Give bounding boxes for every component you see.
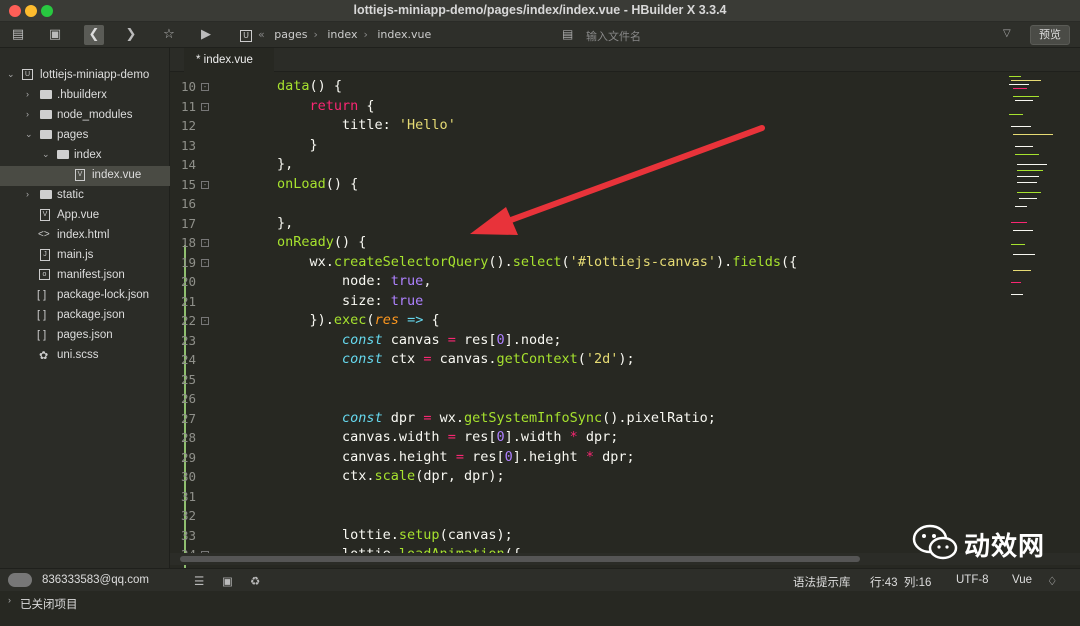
sync-icon[interactable]: ♻ — [250, 574, 260, 588]
avatar[interactable] — [8, 573, 32, 587]
language-mode[interactable]: Vue — [1012, 574, 1032, 586]
user-account[interactable]: 836333583@qq.com — [42, 574, 149, 586]
annotation-arrow — [470, 125, 765, 235]
watermark-text: 动效网 — [964, 532, 1046, 562]
cursor-position[interactable]: 行:43 列:16 — [870, 574, 931, 590]
encoding-selector[interactable]: UTF-8 — [956, 574, 989, 586]
terminal-icon[interactable]: ▣ — [222, 574, 233, 588]
chevron-right-icon[interactable]: › — [8, 595, 11, 605]
bell-icon[interactable]: ♢ — [1047, 574, 1057, 588]
wechat-logo-icon — [912, 524, 958, 560]
syntax-hint-library[interactable]: 语法提示库 — [793, 574, 851, 590]
closed-projects[interactable]: › 已关闭项目 — [0, 592, 170, 614]
status-bar: 836333583@qq.com ☰ ▣ ♻ 语法提示库 行:43 列:16 U… — [0, 568, 1080, 591]
console-icon[interactable]: ☰ — [194, 574, 204, 588]
watermark: 动效网 — [910, 522, 1060, 562]
closed-projects-label: 已关闭项目 — [20, 599, 78, 611]
